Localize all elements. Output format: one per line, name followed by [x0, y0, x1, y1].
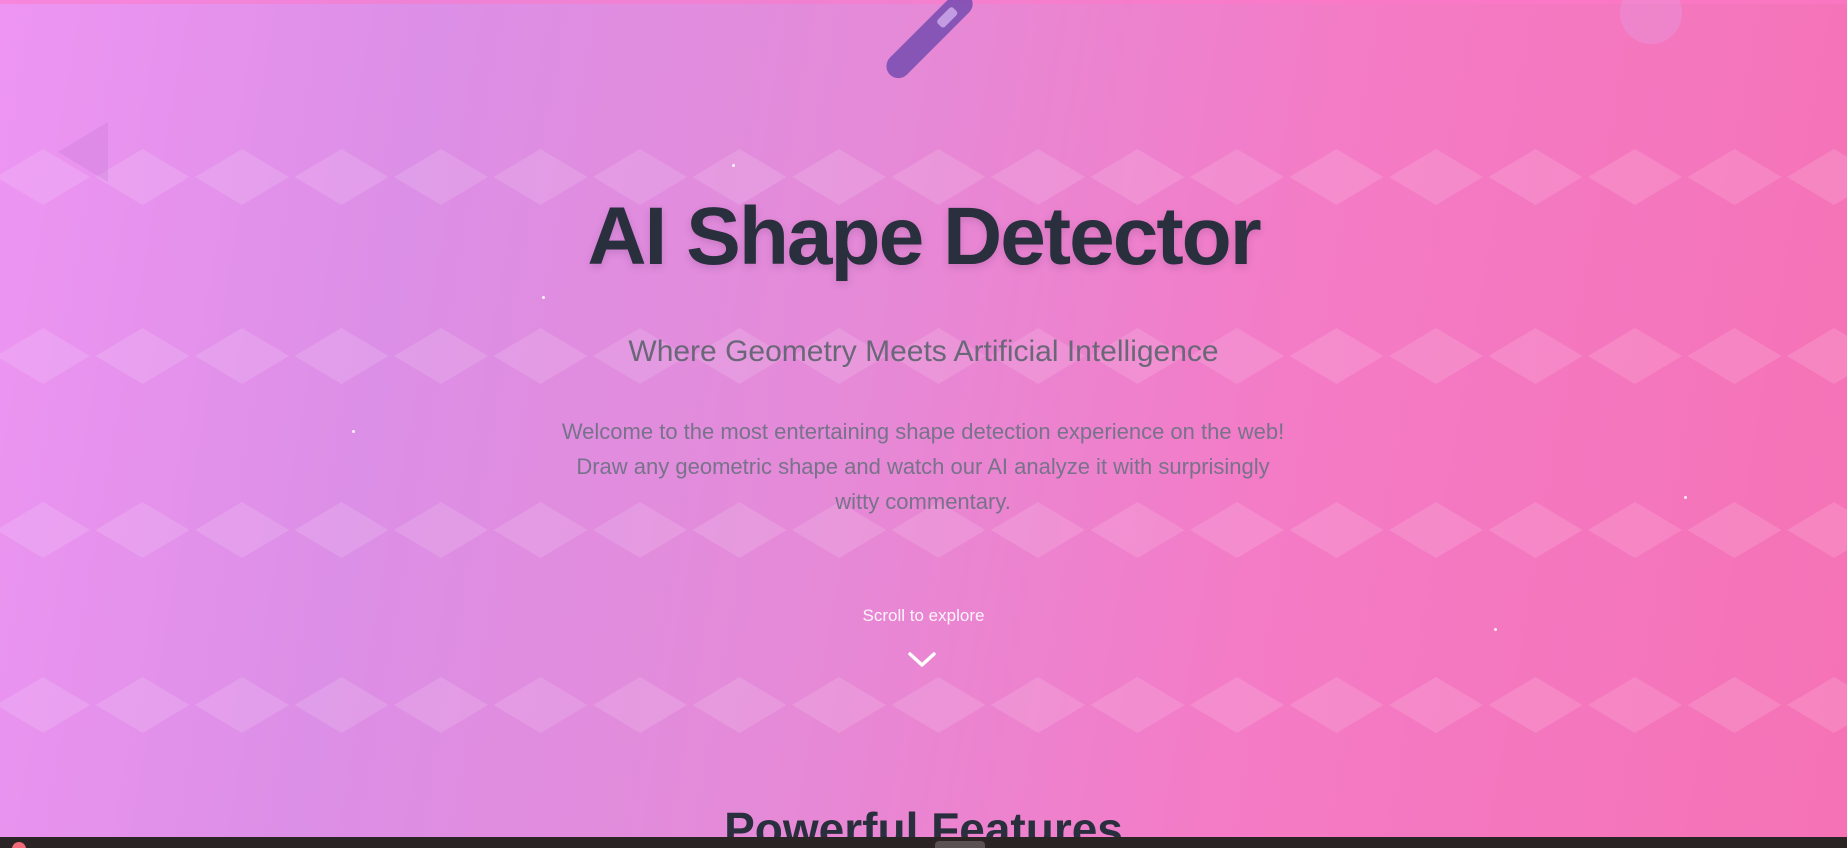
diamond-shape: [1787, 502, 1847, 558]
diamond-shape: [1289, 677, 1384, 733]
hero-subtitle: Where Geometry Meets Artificial Intellig…: [628, 335, 1219, 368]
diamond-shape: [891, 677, 986, 733]
diamond-shape: [95, 677, 190, 733]
circle-decoration: [1620, 0, 1682, 44]
diamond-shape: [1389, 502, 1483, 558]
diamond-pattern-band: [0, 677, 1847, 733]
diamond-shape: [0, 677, 90, 733]
diamond-shape: [294, 502, 389, 558]
diamond-shape: [1090, 677, 1185, 733]
diamond-shape: [593, 677, 687, 733]
diamond-shape: [1588, 677, 1682, 733]
chevron-down-icon[interactable]: [906, 650, 938, 670]
scroll-hint[interactable]: Scroll to explore: [0, 606, 1847, 626]
diamond-shape: [792, 677, 886, 733]
diamond-shape: [1488, 677, 1583, 733]
taskbar-item[interactable]: [935, 841, 985, 848]
diamond-shape: [1687, 677, 1782, 733]
diamond-shape: [294, 677, 389, 733]
diamond-shape: [692, 677, 787, 733]
sparkle-dot: [1684, 496, 1687, 499]
diamond-shape: [1687, 502, 1782, 558]
sparkle-dot: [542, 296, 545, 299]
diamond-shape: [1190, 677, 1284, 733]
diamond-shape: [0, 502, 90, 558]
diamond-shape: [1488, 502, 1583, 558]
sparkle-dot: [352, 430, 355, 433]
diamond-shape: [195, 677, 289, 733]
taskbar: [0, 837, 1847, 848]
hero-description: Welcome to the most entertaining shape d…: [561, 419, 1285, 514]
diamond-shape: [991, 677, 1085, 733]
sparkle-dot: [732, 164, 735, 167]
diamond-shape: [1588, 502, 1682, 558]
diamond-shape: [95, 502, 190, 558]
landing-page: AI Shape Detector Where Geometry Meets A…: [0, 0, 1847, 848]
pen-icon: [886, 0, 973, 79]
diamond-shape: [1389, 677, 1483, 733]
diamond-shape: [394, 502, 488, 558]
diamond-shape: [493, 677, 588, 733]
diamond-shape: [394, 677, 488, 733]
sparkle-dot: [1494, 628, 1497, 631]
hero-title: AI Shape Detector: [587, 191, 1261, 282]
diamond-shape: [195, 502, 289, 558]
diamond-shape: [1787, 677, 1847, 733]
app-icon[interactable]: [12, 842, 26, 848]
triangle-decoration: [58, 122, 108, 182]
diamond-shape: [1289, 502, 1384, 558]
